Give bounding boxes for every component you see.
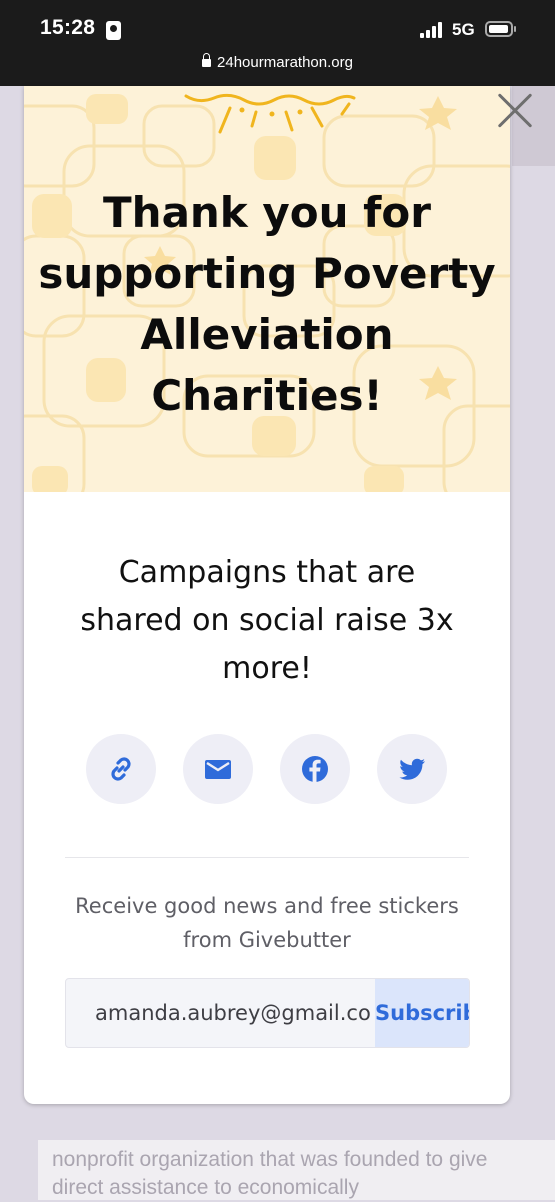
background-page-text: nonprofit organization that was founded … (52, 1148, 488, 1199)
subscribe-button[interactable]: Subscribe (375, 979, 469, 1047)
twitter-share-button[interactable] (377, 734, 447, 804)
share-message: Campaigns that are shared on social rais… (80, 555, 454, 686)
email-share-button[interactable] (183, 734, 253, 804)
share-buttons (86, 734, 448, 804)
url-text: 24hourmarathon.org (217, 54, 353, 71)
network-type: 5G (452, 20, 475, 39)
facebook-icon (302, 756, 328, 782)
thank-you-title: Thank you for supporting Poverty Allevia… (38, 188, 496, 420)
contact-card-icon (106, 21, 121, 40)
link-icon (111, 757, 131, 781)
status-time: 15:28 (40, 16, 96, 39)
divider (65, 857, 469, 858)
url-bar[interactable]: 24hourmarathon.org (0, 53, 555, 71)
status-bar: 15:28 5G 24hourmarathon.org (0, 0, 555, 86)
battery-icon (485, 21, 516, 37)
close-icon[interactable] (496, 92, 534, 130)
email-icon (205, 760, 231, 779)
newsletter-text: Receive good news and free stickers from… (75, 894, 459, 952)
hero-banner: Thank you for supporting Poverty Allevia… (24, 86, 510, 492)
email-input[interactable] (66, 979, 374, 1047)
lock-icon (202, 53, 212, 68)
thank-you-modal: Thank you for supporting Poverty Allevia… (24, 86, 510, 1104)
newsletter-form: Subscribe (65, 978, 470, 1048)
copy-link-button[interactable] (86, 734, 156, 804)
signal-strength-icon (420, 22, 442, 38)
facebook-share-button[interactable] (280, 734, 350, 804)
twitter-icon (399, 758, 425, 780)
